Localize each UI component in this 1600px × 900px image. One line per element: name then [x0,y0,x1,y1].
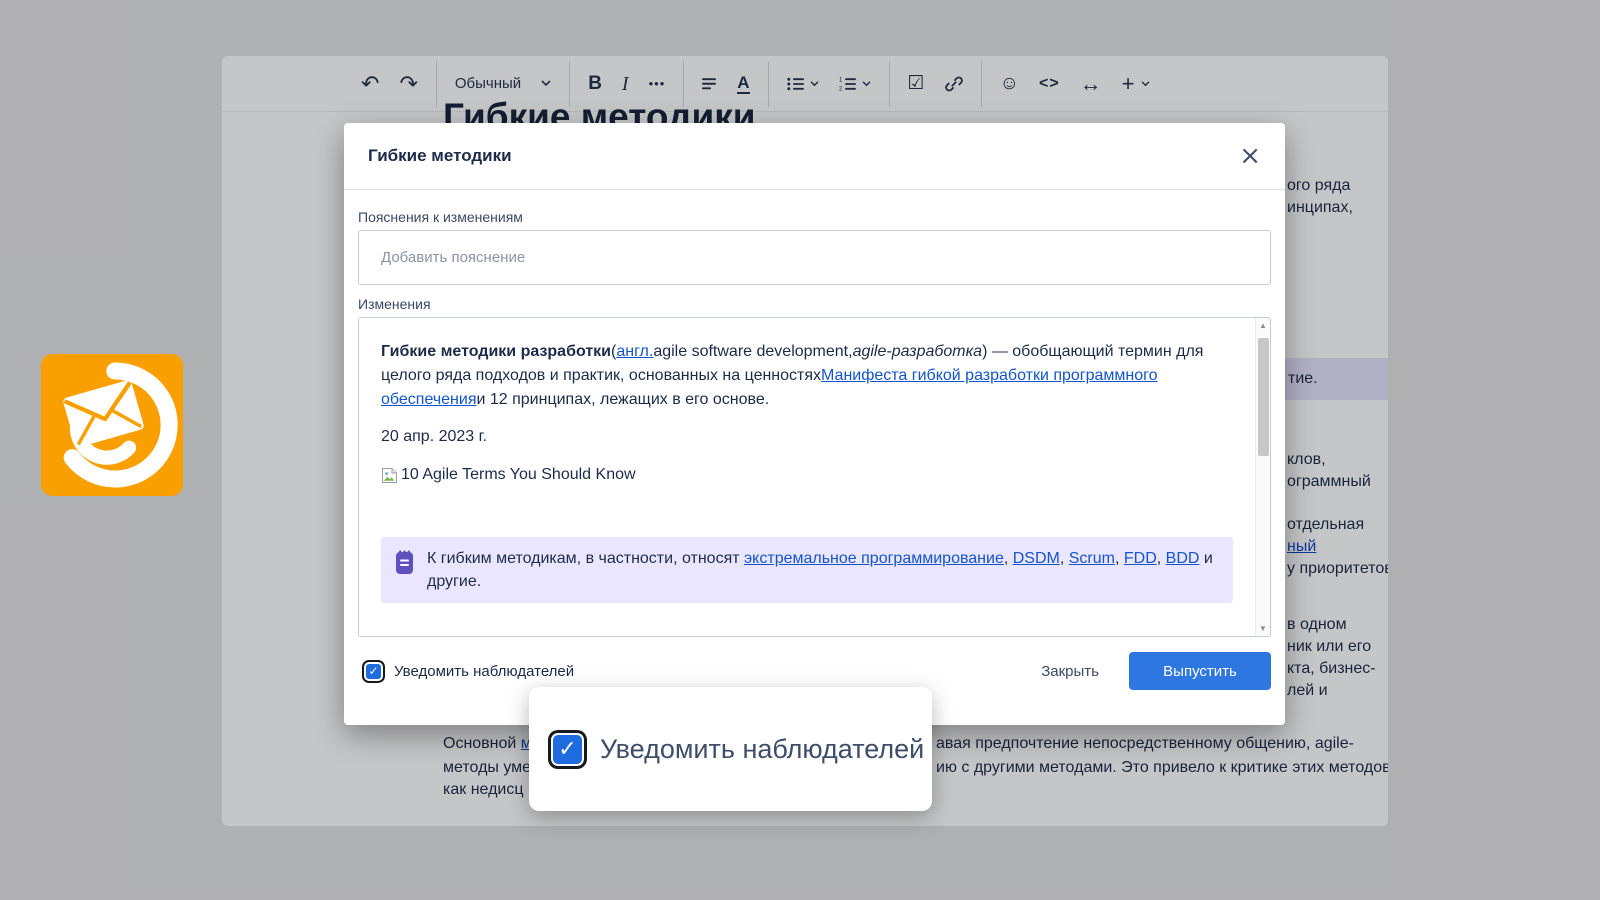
notify-watchers-checkbox[interactable]: ✓ [366,664,381,679]
publish-button[interactable]: Выпустить [1129,652,1271,690]
intro-paragraph: Гибкие методики разработки(англ.agile so… [381,340,1233,412]
bdd-link[interactable]: BDD [1166,550,1200,567]
note-panel-icon [395,550,414,575]
changes-scrollbar[interactable]: ▲ ▼ [1255,318,1270,636]
close-button[interactable]: Закрыть [1041,663,1099,680]
scroll-down-icon[interactable]: ▼ [1256,624,1270,633]
xp-link[interactable]: экстремальное программирование [744,550,1004,567]
fdd-link[interactable]: FDD [1124,550,1157,567]
changes-preview: Гибкие методики разработки(англ.agile so… [358,317,1271,637]
dsdm-link[interactable]: DSDM [1013,550,1060,567]
close-icon[interactable]: × [1239,143,1261,169]
note-panel: К гибким методикам, в частности, относят… [381,537,1233,603]
dialog-title: Гибкие методики [368,146,512,166]
envelope-swoosh-icon [41,354,183,496]
image-alt-text: 10 Agile Terms You Should Know [401,463,636,487]
explanation-input[interactable] [358,230,1271,285]
lang-link[interactable]: англ. [616,343,653,360]
desktop-background: ↶ ↷ Обычный B I ••• A [0,0,1600,900]
broken-image-placeholder: 10 Agile Terms You Should Know [381,463,1233,487]
scrollbar-thumb[interactable] [1258,338,1269,456]
mail-app-icon[interactable] [41,354,183,496]
date-text: 20 апр. 2023 г. [381,425,1233,449]
notify-watchers-label-magnified: Уведомить наблюдателей [600,734,924,765]
dialog-header: Гибкие методики × [344,123,1285,190]
changes-label: Изменения [358,296,431,312]
publish-dialog: Гибкие методики × Пояснения к изменениям… [344,123,1285,725]
scrum-link[interactable]: Scrum [1069,550,1115,567]
notify-watchers-checkbox-magnified[interactable]: ✓ [553,735,582,764]
notify-watchers-label: Уведомить наблюдателей [394,663,574,680]
magnifier-overlay: ✓ Уведомить наблюдателей [529,687,932,811]
explanation-label: Пояснения к изменениям [358,209,523,225]
scroll-up-icon[interactable]: ▲ [1256,321,1270,330]
broken-image-icon [381,467,398,484]
changes-content: Гибкие методики разработки(англ.agile so… [359,318,1255,636]
